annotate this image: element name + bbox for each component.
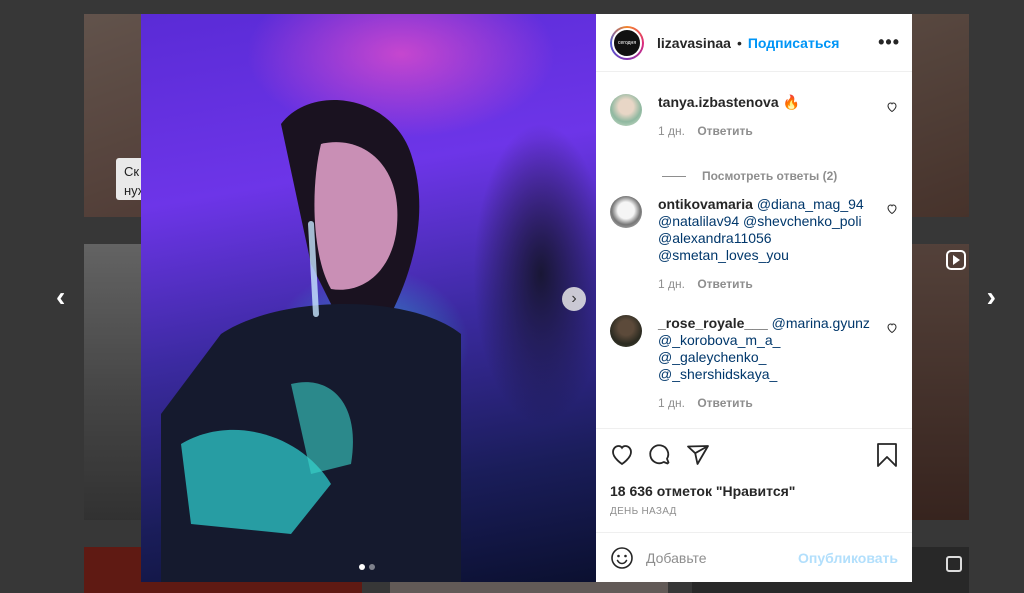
author-username[interactable]: lizavasinaa	[657, 35, 731, 51]
post-sidebar: сегодня lizavasinaa • Подписаться ••• ta…	[596, 14, 912, 582]
reply-button[interactable]: Ответить	[697, 396, 752, 410]
comment-input[interactable]	[646, 549, 796, 566]
comment-text: _rose_royale___ @marina.gyunz @_korobova…	[658, 315, 883, 412]
comment-bubble-icon[interactable]	[648, 443, 672, 467]
comment-emoji: 🔥	[782, 94, 800, 110]
post-header: сегодня lizavasinaa • Подписаться •••	[596, 14, 912, 72]
comment-text: ontikovamaria @diana_mag_94 @natalilav94…	[658, 196, 883, 293]
emoji-smiley-icon[interactable]	[610, 546, 634, 570]
carousel-dot	[369, 564, 375, 570]
view-replies-line	[662, 175, 686, 177]
comment-username[interactable]: _rose_royale___	[658, 315, 768, 331]
author-avatar-text: сегодня	[612, 27, 642, 58]
mention-link[interactable]: @_shershidskaya_	[658, 366, 777, 382]
carousel-dot-active	[359, 564, 365, 570]
more-options-icon[interactable]: •••	[878, 32, 900, 53]
share-send-icon[interactable]	[686, 443, 710, 467]
mention-link[interactable]: @marina.gyunz	[772, 315, 870, 331]
comment-like-heart-icon[interactable]	[886, 203, 898, 215]
comment-item: ontikovamaria @diana_mag_94 @natalilav94…	[610, 196, 898, 293]
post-photo[interactable]: ›	[141, 14, 596, 582]
mention-link[interactable]: @alexandra11056	[658, 230, 772, 246]
comment-time: 1 дн.	[658, 124, 685, 138]
photo-figure	[161, 100, 461, 582]
carousel-icon	[946, 556, 962, 572]
mention-link[interactable]: @natalilav94	[658, 213, 739, 229]
comment-meta: 1 дн. Ответить	[658, 395, 883, 412]
mention-link[interactable]: @diana_mag_94	[757, 196, 864, 212]
comment-time: 1 дн.	[658, 396, 685, 410]
comment-meta: 1 дн. Ответить	[658, 123, 883, 140]
comment-username[interactable]: tanya.izbastenova	[658, 94, 779, 110]
view-replies-label: Посмотреть ответы (2)	[702, 169, 838, 183]
header-separator: •	[736, 34, 742, 51]
reel-icon	[946, 250, 966, 270]
publish-button[interactable]: Опубликовать	[798, 550, 898, 566]
like-heart-icon[interactable]	[610, 443, 634, 467]
comment-meta: 1 дн. Ответить	[658, 276, 883, 293]
commenter-avatar[interactable]	[610, 315, 642, 347]
post-actions: 18 636 отметок "Нравится" ДЕНЬ НАЗАД	[596, 428, 912, 532]
comment-item: _rose_royale___ @marina.gyunz @_korobova…	[610, 315, 898, 412]
add-comment-bar: Опубликовать	[596, 532, 912, 582]
commenter-avatar[interactable]	[610, 196, 642, 228]
reply-button[interactable]: Ответить	[697, 124, 752, 138]
mention-link[interactable]: @_galeychenko_	[658, 349, 766, 365]
post-modal: › сегодня lizavasinaa • Подписаться ••• …	[141, 14, 912, 582]
carousel-dots	[359, 564, 375, 570]
carousel-next-button[interactable]: ›	[562, 287, 586, 311]
comment-like-heart-icon[interactable]	[886, 101, 898, 113]
comments-list[interactable]: tanya.izbastenova 🔥 1 дн. Ответить Посмо…	[596, 72, 912, 428]
reply-button[interactable]: Ответить	[697, 277, 752, 291]
follow-button[interactable]: Подписаться	[748, 35, 840, 51]
likes-count[interactable]: 18 636 отметок "Нравится"	[610, 483, 898, 499]
comment-item: tanya.izbastenova 🔥 1 дн. Ответить	[610, 94, 898, 140]
comment-like-heart-icon[interactable]	[886, 322, 898, 334]
view-replies-button[interactable]: Посмотреть ответы (2)	[662, 169, 837, 183]
bookmark-icon[interactable]	[876, 443, 898, 467]
comment-text: tanya.izbastenova 🔥 1 дн. Ответить	[658, 94, 883, 140]
mention-link[interactable]: @_korobova_m_a_	[658, 332, 780, 348]
comment-username[interactable]: ontikovamaria	[658, 196, 753, 212]
mention-link[interactable]: @shevchenko_poli	[743, 213, 862, 229]
mention-link[interactable]: @smetan_loves_you	[658, 247, 789, 263]
comment-time: 1 дн.	[658, 277, 685, 291]
prev-post-arrow-icon[interactable]: ‹	[56, 280, 65, 314]
commenter-avatar[interactable]	[610, 94, 642, 126]
action-icons-row	[610, 443, 898, 467]
next-post-arrow-icon[interactable]: ›	[987, 280, 996, 314]
author-avatar[interactable]: сегодня	[610, 25, 644, 60]
post-date[interactable]: ДЕНЬ НАЗАД	[610, 506, 898, 517]
